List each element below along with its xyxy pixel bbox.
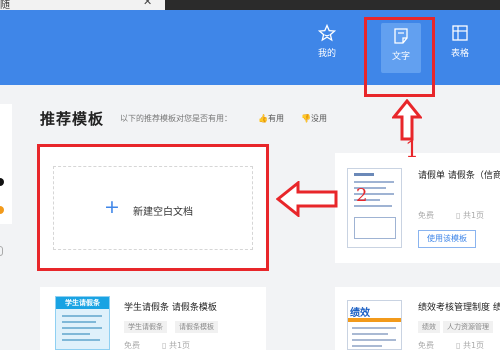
thumb-title: 学生请假条 (56, 297, 109, 309)
page-title: 推荐模板 (40, 110, 105, 128)
step-number-2: 2 (356, 185, 368, 206)
page-icon: ▯ (162, 341, 167, 350)
thumb-title: 绩效 (350, 308, 370, 319)
page-count: ▯ 共1页 (456, 210, 484, 221)
thumb-line (352, 333, 388, 335)
arrow-left-annotation (276, 181, 338, 217)
highlight-box-new-blank (37, 144, 269, 271)
free-badge: 免费 (418, 211, 434, 220)
template-thumbnail[interactable] (347, 168, 402, 248)
thumb-line (352, 327, 396, 329)
star-icon (318, 24, 336, 42)
vote-useless-button[interactable]: 👎没用 (301, 113, 327, 124)
thumbs-up-icon: 👍 (258, 114, 268, 123)
page-icon: ▯ (456, 341, 461, 350)
outline-dot-icon (0, 246, 3, 256)
template-tag[interactable]: 学生请假条 (124, 321, 167, 333)
page-count-label: 共1页 (462, 211, 485, 220)
thumb-line (352, 345, 382, 347)
step-number-1: 1 (405, 138, 419, 163)
template-tag[interactable]: 绩效 (418, 321, 440, 333)
use-template-button[interactable]: 使用该模板 (418, 230, 476, 248)
template-title[interactable]: 请假单 请假条（信商 (418, 168, 500, 181)
template-title[interactable]: 绩效考核管理制度 绩 (418, 300, 500, 313)
free-badge: 免费 (124, 341, 140, 350)
highlight-box-text-tab (364, 17, 435, 97)
template-tag[interactable]: 请假条模板 (175, 321, 218, 333)
thumb-line (62, 315, 102, 317)
template-tag[interactable]: 人力资源管理 (443, 321, 493, 333)
thumbs-down-icon: 👎 (301, 114, 311, 123)
template-title[interactable]: 学生请假条 请假条模板 (124, 300, 217, 313)
vote-useful-label: 有用 (267, 114, 284, 123)
thumb-table (354, 217, 396, 239)
thumb-line (352, 339, 396, 341)
free-badge: 免费 (418, 341, 434, 350)
table-icon (452, 25, 468, 41)
page-count: ▯ 共1页 (162, 340, 190, 350)
thumb-line (62, 339, 100, 341)
nav-my[interactable]: 我的 (307, 20, 347, 72)
template-thumbnail[interactable]: 学生请假条 (55, 296, 110, 350)
page-icon: ▯ (456, 211, 461, 220)
thumb-line (62, 321, 96, 323)
thumb-accent-bar (348, 318, 401, 322)
nav-label: 表格 (450, 49, 469, 59)
vote-useful-button[interactable]: 👍有用 (258, 113, 284, 124)
thumb-line (62, 327, 102, 329)
nav-table[interactable]: 表格 (440, 20, 480, 72)
close-icon[interactable]: ✕ (143, 0, 152, 8)
nav-label: 我的 (317, 49, 336, 59)
page-count-label: 共1页 (168, 341, 191, 350)
page-count-label: 共1页 (462, 341, 485, 350)
arrow-up-annotation (392, 99, 422, 141)
browser-tab-active[interactable]: 随 ✕ (0, 0, 165, 11)
template-thumbnail[interactable]: 绩效 (347, 300, 402, 350)
vote-useless-label: 没用 (310, 114, 327, 123)
thumb-header (354, 173, 374, 176)
thumb-line (62, 333, 90, 335)
thumb-line (354, 181, 394, 183)
feedback-prompt: 以下的推荐模板对您是否有用： (120, 114, 232, 123)
page-count: ▯ 共1页 (456, 340, 484, 350)
